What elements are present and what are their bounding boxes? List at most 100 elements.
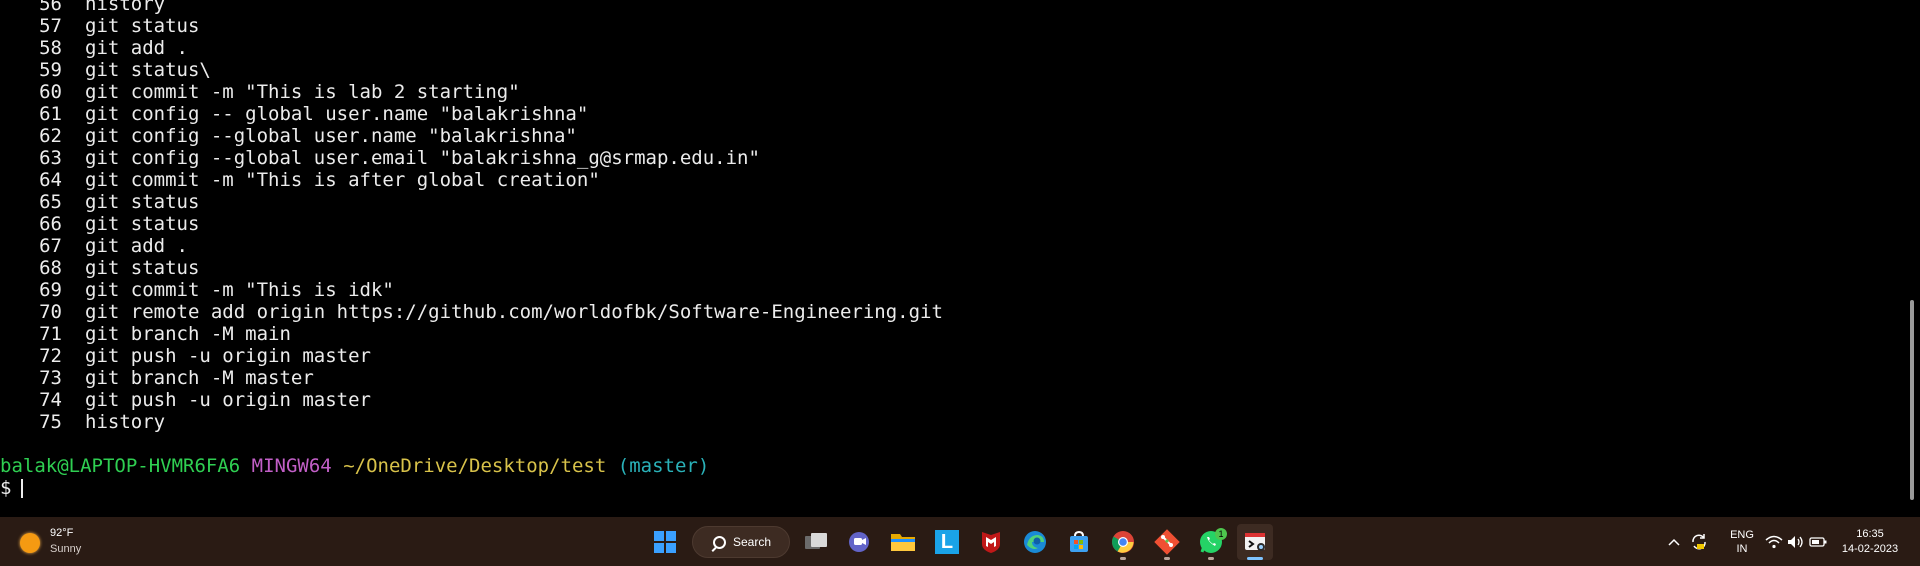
history-number: 62 xyxy=(39,125,62,147)
history-number: 68 xyxy=(39,257,62,279)
terminal-window[interactable]: 56 history 57 git status 58 git add . 59 git st… xyxy=(0,0,1900,517)
history-line: 70 git remote add origin https://github.c… xyxy=(0,301,943,323)
mcafee-icon xyxy=(982,532,1000,553)
folder-icon xyxy=(891,534,915,551)
task-view-button[interactable] xyxy=(798,524,834,560)
l-app-icon: L xyxy=(935,530,959,554)
history-number: 73 xyxy=(39,367,62,389)
search-label: Search xyxy=(733,535,772,549)
history-command: git commit -m "This is after global crea… xyxy=(85,169,600,191)
sync-status-button[interactable] xyxy=(1686,517,1712,566)
history-line: 69 git commit -m "This is idk" xyxy=(0,279,943,301)
history-number: 63 xyxy=(39,147,62,169)
edge-button[interactable] xyxy=(1017,524,1053,560)
whatsapp-button[interactable]: 1 xyxy=(1193,524,1229,560)
history-line: 58 git add . xyxy=(0,37,943,59)
wifi-icon xyxy=(1765,535,1783,548)
history-command: history xyxy=(85,0,166,15)
history-command: git commit -m "This is lab 2 starting" xyxy=(85,81,520,103)
history-command: git config --global user.email "balakris… xyxy=(85,147,760,169)
chat-button[interactable] xyxy=(841,524,877,560)
weather-temp: 92°F xyxy=(50,527,74,539)
history-number: 70 xyxy=(39,301,62,323)
history-number: 64 xyxy=(39,169,62,191)
text-cursor xyxy=(21,479,24,498)
prompt-system: MINGW64 xyxy=(251,455,332,477)
prompt-user-host: balak@LAPTOP-HVMR6FA6 xyxy=(0,455,241,477)
language-region: IN xyxy=(1736,542,1748,555)
history-number: 61 xyxy=(39,103,62,125)
history-line: 56 history xyxy=(0,0,943,15)
search-icon xyxy=(713,535,726,549)
history-command: history xyxy=(85,411,166,433)
history-number: 67 xyxy=(39,235,62,257)
show-hidden-icons-button[interactable] xyxy=(1662,517,1686,566)
chrome-icon xyxy=(1112,531,1134,553)
quick-settings-button[interactable] xyxy=(1764,517,1828,566)
history-line: 66 git status xyxy=(0,213,943,235)
history-line: 65 git status xyxy=(0,191,943,213)
language-indicator[interactable]: ENG IN xyxy=(1720,517,1764,566)
teams-chat-icon xyxy=(849,532,869,552)
clock-time: 16:35 xyxy=(1856,527,1884,540)
history-line: 60 git commit -m "This is lab 2 starting" xyxy=(0,81,943,103)
history-command: git push -u origin master xyxy=(85,389,371,411)
history-command: git add . xyxy=(85,37,188,59)
git-icon xyxy=(1154,529,1180,555)
history-number: 56 xyxy=(39,0,62,15)
terminal-scrollbar[interactable] xyxy=(1900,0,1920,517)
history-line: 72 git push -u origin master xyxy=(0,345,943,367)
sync-icon xyxy=(1692,533,1706,549)
prompt-symbol: $ xyxy=(0,477,12,499)
history-output: 56 history 57 git status 58 git add . 59 git st… xyxy=(0,0,943,433)
history-line: 63 git config --global user.email "balakr… xyxy=(0,147,943,169)
mcafee-button[interactable] xyxy=(973,524,1009,560)
history-command: git push -u origin master xyxy=(85,345,371,367)
history-line: 68 git status xyxy=(0,257,943,279)
start-button[interactable] xyxy=(647,524,683,560)
clock[interactable]: 16:35 14-02-2023 xyxy=(1834,517,1906,566)
history-number: 71 xyxy=(39,323,62,345)
history-command: git branch -M main xyxy=(85,323,291,345)
prompt-path: ~/OneDrive/Desktop/test xyxy=(343,455,607,477)
history-number: 66 xyxy=(39,213,62,235)
chrome-button[interactable] xyxy=(1105,524,1141,560)
history-command: git branch -M master xyxy=(85,367,314,389)
edge-icon xyxy=(1024,531,1046,553)
search-button[interactable]: Search xyxy=(692,526,790,558)
history-line: 57 git status xyxy=(0,15,943,37)
history-number: 58 xyxy=(39,37,62,59)
history-number: 75 xyxy=(39,411,62,433)
history-command: git status xyxy=(85,257,200,279)
history-command: git config -- global user.name "balakris… xyxy=(85,103,589,125)
battery-icon xyxy=(1809,536,1827,547)
windows-icon xyxy=(653,530,677,554)
history-line: 67 git add . xyxy=(0,235,943,257)
file-explorer-button[interactable] xyxy=(885,524,921,560)
history-number: 57 xyxy=(39,15,62,37)
prompt-branch: (master) xyxy=(617,455,710,477)
history-command: git status\ xyxy=(85,59,211,81)
history-number: 65 xyxy=(39,191,62,213)
history-number: 72 xyxy=(39,345,62,367)
history-line: 59 git status\ xyxy=(0,59,943,81)
history-number: 69 xyxy=(39,279,62,301)
history-command: git remote add origin https://github.com… xyxy=(85,301,943,323)
history-command: git status xyxy=(85,213,200,235)
git-gui-button[interactable] xyxy=(1149,524,1185,560)
store-button[interactable] xyxy=(1061,524,1097,560)
history-line: 75 history xyxy=(0,411,943,433)
git-bash-button[interactable] xyxy=(1237,524,1273,560)
l-app-letter: L xyxy=(940,531,954,553)
prompt-line: balak@LAPTOP-HVMR6FA6 MINGW64 ~/OneDrive… xyxy=(0,455,709,477)
command-input-line[interactable]: $ xyxy=(0,477,24,499)
history-command: git config --global user.name "balakrish… xyxy=(85,125,577,147)
app-l-button[interactable]: L xyxy=(929,524,965,560)
chevron-up-icon xyxy=(1668,538,1680,546)
scrollbar-thumb[interactable] xyxy=(1910,300,1914,500)
volume-icon xyxy=(1788,535,1803,548)
history-number: 74 xyxy=(39,389,62,411)
history-line: 73 git branch -M master xyxy=(0,367,943,389)
git-bash-icon xyxy=(1245,533,1265,551)
history-number: 60 xyxy=(39,81,62,103)
